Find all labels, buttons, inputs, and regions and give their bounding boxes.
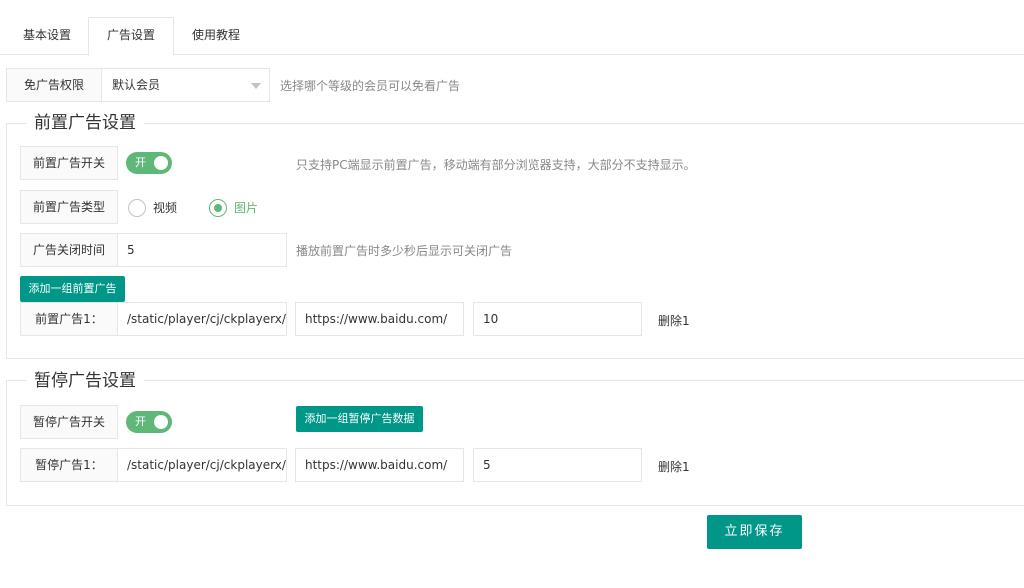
- pre-ad-toggle[interactable]: 开: [126, 152, 172, 174]
- pause-ad-fieldset: [6, 380, 1024, 506]
- toggle-knob: [154, 156, 168, 170]
- radio-checked-icon: [209, 199, 227, 217]
- pause-ad-switch-label: 暂停广告开关: [20, 405, 118, 439]
- close-time-label: 广告关闭时间: [20, 233, 118, 267]
- pre-ad-switch-label: 前置广告开关: [20, 146, 118, 180]
- pause-ad-item-label: 暂停广告1：: [20, 448, 118, 482]
- pre-ad-item-label: 前置广告1：: [20, 302, 118, 336]
- pause-ad-path-input[interactable]: /static/player/cj/ckplayerx/: [117, 448, 287, 482]
- pause-ad-toggle[interactable]: 开: [126, 411, 172, 433]
- toggle-state-text: 开: [135, 156, 146, 169]
- pause-ad-delete-link[interactable]: 删除1: [658, 458, 690, 475]
- radio-image-label: 图片: [234, 201, 259, 215]
- member-level-select[interactable]: 默认会员: [101, 68, 270, 102]
- save-button[interactable]: 立即保存: [707, 515, 802, 549]
- pause-ad-legend: 暂停广告设置: [26, 370, 144, 392]
- radio-video-label: 视频: [153, 201, 178, 215]
- tab-ad-settings[interactable]: 广告设置: [88, 17, 174, 56]
- pause-ad-seconds-input[interactable]: 5: [473, 448, 642, 482]
- pre-ad-url-input[interactable]: https://www.baidu.com/: [295, 302, 464, 336]
- free-ad-label: 免广告权限: [6, 68, 102, 102]
- tab-bar: 基本设置 广告设置 使用教程: [0, 0, 1024, 56]
- radio-image[interactable]: 图片: [209, 198, 269, 218]
- member-level-selected: 默认会员: [112, 78, 161, 92]
- toggle-knob: [154, 415, 168, 429]
- chevron-down-icon: [251, 83, 261, 89]
- tab-basic-settings[interactable]: 基本设置: [8, 18, 86, 55]
- toggle-state-text: 开: [135, 415, 146, 428]
- radio-circle-icon: [128, 199, 146, 217]
- pre-ad-path-input[interactable]: /static/player/cj/ckplayerx/: [117, 302, 287, 336]
- close-time-hint: 播放前置广告时多少秒后显示可关闭广告: [296, 244, 513, 258]
- pre-ad-legend: 前置广告设置: [26, 112, 144, 134]
- pre-ad-seconds-input[interactable]: 10: [473, 302, 642, 336]
- pause-ad-url-input[interactable]: https://www.baidu.com/: [295, 448, 464, 482]
- pre-ad-type-label: 前置广告类型: [20, 190, 118, 224]
- close-time-input[interactable]: 5: [117, 233, 287, 267]
- pre-ad-switch-hint: 只支持PC端显示前置广告，移动端有部分浏览器支持，大部分不支持显示。: [296, 158, 696, 172]
- add-pre-ad-button[interactable]: 添加一组前置广告: [20, 276, 125, 302]
- tab-tutorial[interactable]: 使用教程: [176, 18, 256, 55]
- radio-video[interactable]: 视频: [128, 198, 188, 218]
- free-ad-hint: 选择哪个等级的会员可以免看广告: [280, 79, 461, 93]
- pre-ad-delete-link[interactable]: 删除1: [658, 312, 690, 329]
- add-pause-ad-button[interactable]: 添加一组暂停广告数据: [296, 406, 423, 432]
